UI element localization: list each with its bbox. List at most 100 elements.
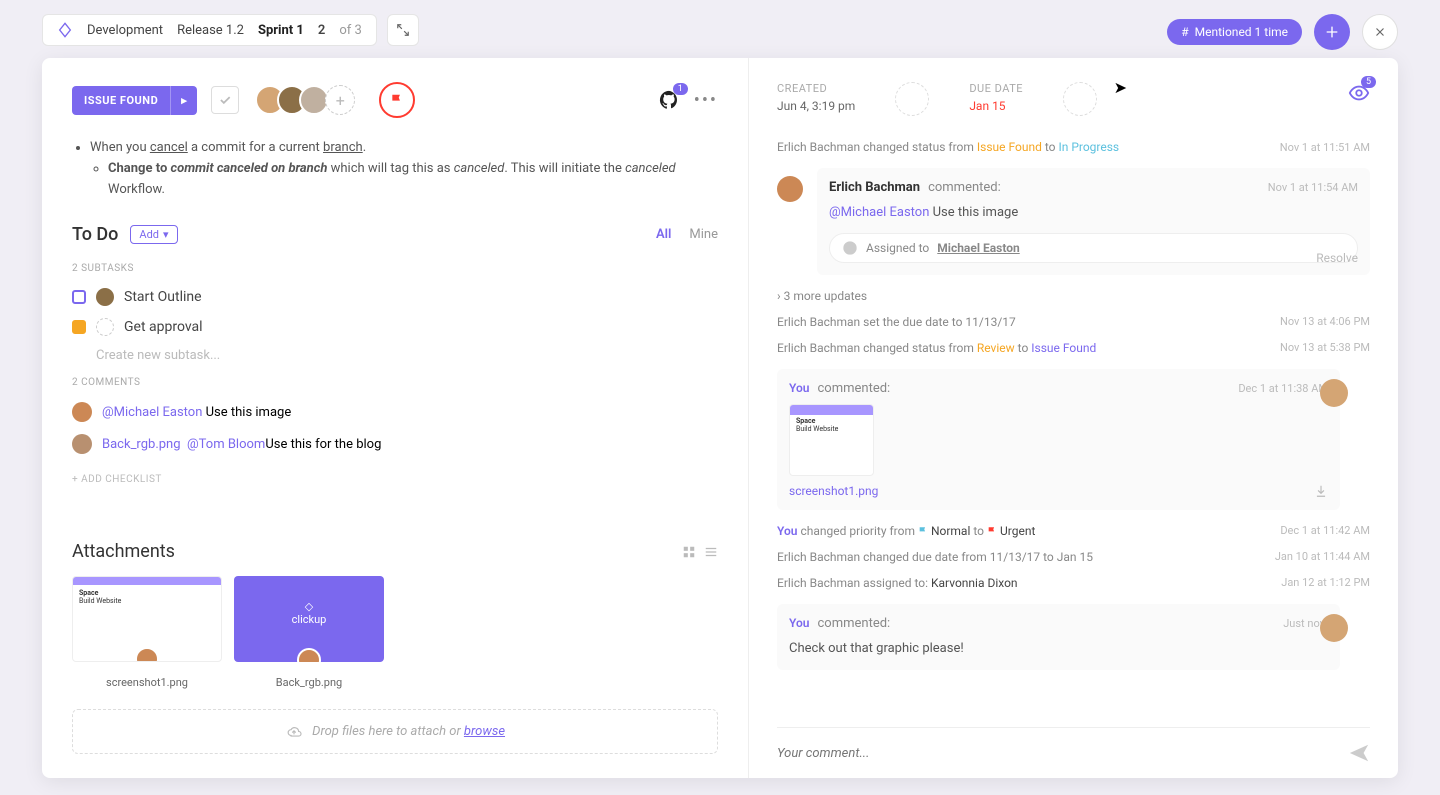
more-updates-button[interactable]: › 3 more updates [777,283,1370,309]
attachment-item[interactable]: SpaceBuild Website screenshot1.png [72,576,222,689]
due-date-meta[interactable]: DUE DATE Jan 15 [969,82,1023,113]
comments-header: 2 COMMENTS [72,377,718,388]
activity-row: You changed priority from Normal to Urge… [777,518,1370,544]
priority-flag-button[interactable] [379,82,415,118]
avatar [777,176,803,202]
subtask-title: Start Outline [124,289,202,305]
status-label: ISSUE FOUND [72,86,170,115]
download-icon[interactable] [1314,484,1328,498]
attachments-title: Attachments [72,541,175,562]
comment-avatar [72,402,92,422]
file-link[interactable]: Back_rgb.png [102,437,181,452]
subtask-row[interactable]: Start Outline [72,282,718,312]
crumb-release[interactable]: Release 1.2 [177,23,244,38]
comment-text: Use this image [202,405,291,420]
grid-view-icon[interactable] [682,545,696,559]
loop-icon [57,22,73,38]
description[interactable]: When you cancel a commit for a current b… [72,138,718,200]
list-view-icon[interactable] [704,545,718,559]
attachment-name: screenshot1.png [72,676,222,689]
flag-icon [987,526,997,536]
subtask-row[interactable]: Get approval [72,312,718,342]
crumb-sprint[interactable]: Sprint 1 [258,23,304,38]
mention-link[interactable]: @Michael Easton [102,405,202,420]
subtask-assign-button[interactable] [96,318,114,336]
subtask-checkbox[interactable] [72,290,86,304]
more-button[interactable]: ••• [694,90,718,111]
subtask-checkbox[interactable] [72,320,86,334]
task-modal: ISSUE FOUND ▸ + 1 ••• [42,58,1398,778]
cloud-upload-icon [285,725,303,739]
created-meta: CREATED Jun 4, 3:19 pm [777,82,855,113]
mention-pill[interactable]: # Mentioned 1 time [1167,19,1302,45]
subtasks-header: 2 SUBTASKS [72,263,718,274]
expand-icon [396,23,410,37]
flag-icon [918,526,928,536]
resolve-button[interactable]: Resolve [1316,251,1358,265]
add-assignee-button[interactable]: + [325,85,355,115]
add-button[interactable] [1314,14,1350,50]
file-link[interactable]: screenshot1.png [789,484,878,498]
watchers-count: 5 [1361,76,1376,88]
close-icon [1373,25,1387,39]
tab-mine[interactable]: Mine [689,227,718,242]
mention-link[interactable]: @Michael Easton [829,205,929,220]
comment-avatar [72,434,92,454]
assignees: + [263,85,355,115]
check-icon [218,93,232,107]
activity-feed: Erlich Bachman changed status from Issue… [777,134,1370,719]
comment-block: Erlich Bachman commented: Nov 1 at 11:54… [817,168,1370,275]
activity-row: Erlich Bachman set the due date to 11/13… [777,309,1370,335]
dropzone[interactable]: Drop files here to attach or browse [72,709,718,754]
activity-row: Erlich Bachman changed due date from 11/… [777,544,1370,570]
avatar [1320,614,1348,642]
send-icon[interactable] [1348,742,1370,764]
complete-button[interactable] [211,86,239,114]
activity-row: Erlich Bachman changed status from Issue… [777,134,1370,160]
commenter-name: Erlich Bachman [829,180,920,195]
tab-all[interactable]: All [656,227,671,242]
crumb-space[interactable]: Development [87,23,163,38]
close-button[interactable] [1362,14,1398,50]
status-next-button[interactable]: ▸ [170,86,197,115]
todo-title: To Do [72,224,118,245]
assigned-pill[interactable]: Assigned to Michael Easton [829,233,1358,263]
comment-row[interactable]: Back_rgb.png @Tom BloomUse this for the … [72,428,718,460]
hash-icon: # [1181,25,1188,39]
add-meta-button[interactable] [1063,82,1097,116]
expand-button[interactable] [387,14,419,46]
status-pill[interactable]: ISSUE FOUND ▸ [72,86,197,115]
github-button[interactable]: 1 [658,89,680,111]
comment-block: You commented:Just now Check out that gr… [777,604,1340,671]
avatar [1320,379,1348,407]
comment-input-row [777,727,1370,764]
browse-link[interactable]: browse [464,724,505,739]
flag-icon [390,93,404,107]
subtask-avatar[interactable] [96,288,114,306]
attachment-item[interactable]: ◇clickup Back_rgb.png [234,576,384,689]
chevron-down-icon: ▾ [163,228,169,241]
assignee-icon [842,240,858,256]
time-tracking-button[interactable] [895,82,929,116]
breadcrumb: Development Release 1.2 Sprint 1 2 of 3 [42,14,377,46]
attachment-name: Back_rgb.png [234,676,384,689]
image-preview[interactable]: SpaceBuild Website [789,404,874,476]
activity-row: Erlich Bachman changed status from Revie… [777,335,1370,361]
activity-row: Erlich Bachman assigned to: Karvonnia Di… [777,570,1370,596]
crumb-of: of 3 [339,23,361,38]
cursor-icon: ➤ [1114,78,1127,97]
crumb-index: 2 [318,23,325,38]
plus-icon [1324,24,1340,40]
mention-text: Mentioned 1 time [1195,25,1288,39]
watchers-button[interactable]: 5 [1348,82,1370,104]
comment-text: Use this for the blog [265,437,381,452]
mention-link[interactable]: @Tom Bloom [187,437,265,452]
comment-block: You commented:Dec 1 at 11:38 AM SpaceBui… [777,369,1340,510]
comment-input [777,746,1348,761]
new-subtask-input[interactable]: Create new subtask... [72,342,718,369]
github-badge: 1 [673,83,688,95]
add-todo-button[interactable]: Add▾ [130,225,177,244]
subtask-title: Get approval [124,319,203,335]
comment-row[interactable]: @Michael Easton Use this image [72,396,718,428]
add-checklist-button[interactable]: + ADD CHECKLIST [72,474,718,485]
